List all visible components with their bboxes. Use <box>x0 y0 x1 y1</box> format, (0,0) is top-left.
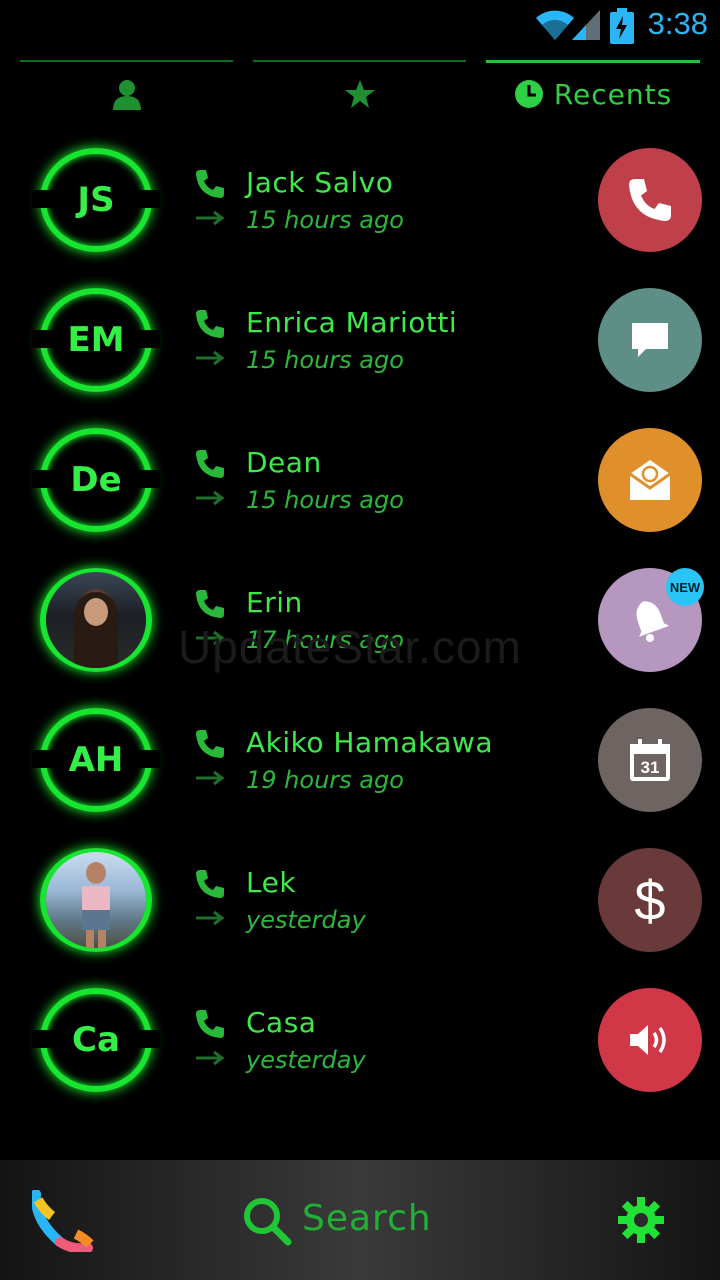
bottom-bar: Search <box>0 1160 720 1280</box>
message-icon <box>632 323 668 357</box>
avatar-initials: EM <box>67 320 125 360</box>
avatar-initials: JS <box>77 180 115 220</box>
avatar[interactable] <box>40 848 152 952</box>
contact-name: Dean <box>246 446 322 479</box>
call-time: yesterday <box>246 1046 366 1074</box>
contact-name: Enrica Mariotti <box>246 306 458 339</box>
battery-icon <box>610 8 634 44</box>
call-time: yesterday <box>246 906 366 934</box>
person-icon <box>112 80 141 110</box>
list-item[interactable]: EM Enrica Mariotti 15 hours ago <box>0 280 720 420</box>
avatar[interactable] <box>40 568 152 672</box>
list-item[interactable]: Ca Casa yesterday <box>0 980 720 1120</box>
contact-name: Erin <box>246 586 303 619</box>
tab-recents[interactable]: Recents <box>486 52 700 122</box>
outgoing-arrow-icon <box>196 210 225 226</box>
tab-bar: Recents <box>0 52 720 132</box>
avatar-initials: Ca <box>72 1020 120 1060</box>
watermark: UpdateStar.com <box>178 621 522 673</box>
bell-icon <box>636 601 670 642</box>
email-icon <box>629 460 671 500</box>
call-time: 19 hours ago <box>246 766 404 794</box>
phone-icon <box>196 590 224 618</box>
call-button[interactable] <box>598 148 702 252</box>
avatar[interactable]: EM <box>32 288 160 392</box>
avatar-initials: AH <box>68 740 124 780</box>
tab-favorites[interactable] <box>253 52 466 122</box>
contact-name: Jack Salvo <box>246 166 394 199</box>
tab-contacts[interactable] <box>20 52 233 122</box>
avatar[interactable]: Ca <box>32 988 160 1092</box>
payment-button[interactable]: $ <box>598 848 702 952</box>
clock-icon <box>514 80 543 108</box>
phone-icon <box>196 870 224 898</box>
contact-photo <box>46 852 146 948</box>
phone-icon <box>196 450 224 478</box>
outgoing-arrow-icon <box>196 350 225 366</box>
outgoing-arrow-icon <box>196 1050 225 1066</box>
signal-icon <box>572 10 600 40</box>
volume-icon <box>630 1025 666 1055</box>
calendar-day: 31 <box>641 758 660 777</box>
list-item[interactable]: De Dean 15 hours ago <box>0 420 720 560</box>
phone-icon <box>629 179 671 221</box>
phone-icon <box>196 730 224 758</box>
contact-name: Casa <box>246 1006 317 1039</box>
phone-icon <box>196 310 224 338</box>
calendar-button[interactable]: 31 <box>598 708 702 812</box>
volume-button[interactable] <box>598 988 702 1092</box>
phone-icon <box>196 170 224 198</box>
outgoing-arrow-icon <box>196 490 225 506</box>
new-badge: NEW <box>666 568 704 606</box>
list-item[interactable]: JS Jack Salvo 15 hours ago <box>0 140 720 280</box>
call-time: 15 hours ago <box>246 486 404 514</box>
search-button[interactable]: Search <box>240 1160 440 1280</box>
outgoing-arrow-icon <box>196 770 225 786</box>
status-bar: 3:38 <box>0 0 720 52</box>
call-time: 15 hours ago <box>246 206 404 234</box>
dollar-icon: $ <box>634 868 666 932</box>
tab-indicator <box>253 60 466 62</box>
contact-name: Akiko Hamakawa <box>246 726 493 759</box>
gear-icon[interactable] <box>617 1196 665 1244</box>
avatar[interactable]: JS <box>32 148 160 252</box>
call-time: 15 hours ago <box>246 346 404 374</box>
message-button[interactable] <box>598 288 702 392</box>
star-icon <box>344 80 375 108</box>
avatar[interactable]: De <box>32 428 160 532</box>
reminder-button[interactable]: NEW <box>598 568 704 672</box>
tab-label-recents: Recents <box>553 77 673 111</box>
avatar[interactable]: AH <box>32 708 160 812</box>
search-label: Search <box>302 1198 432 1239</box>
clock-time: 3:38 <box>647 6 708 41</box>
calendar-icon: 31 <box>630 739 670 781</box>
tab-indicator-active <box>486 60 700 63</box>
list-item[interactable]: Lek yesterday $ <box>0 840 720 980</box>
search-icon <box>244 1198 292 1246</box>
contact-photo <box>46 572 146 668</box>
email-button[interactable] <box>598 428 702 532</box>
outgoing-arrow-icon <box>196 910 225 926</box>
wifi-icon <box>536 10 574 40</box>
avatar-initials: De <box>70 460 122 500</box>
list-item[interactable]: AH Akiko Hamakawa 19 hours ago 31 <box>0 700 720 840</box>
phone-icon <box>196 1010 224 1038</box>
app-logo-icon[interactable] <box>32 1190 94 1252</box>
tab-indicator <box>20 60 233 62</box>
contact-name: Lek <box>246 866 297 899</box>
